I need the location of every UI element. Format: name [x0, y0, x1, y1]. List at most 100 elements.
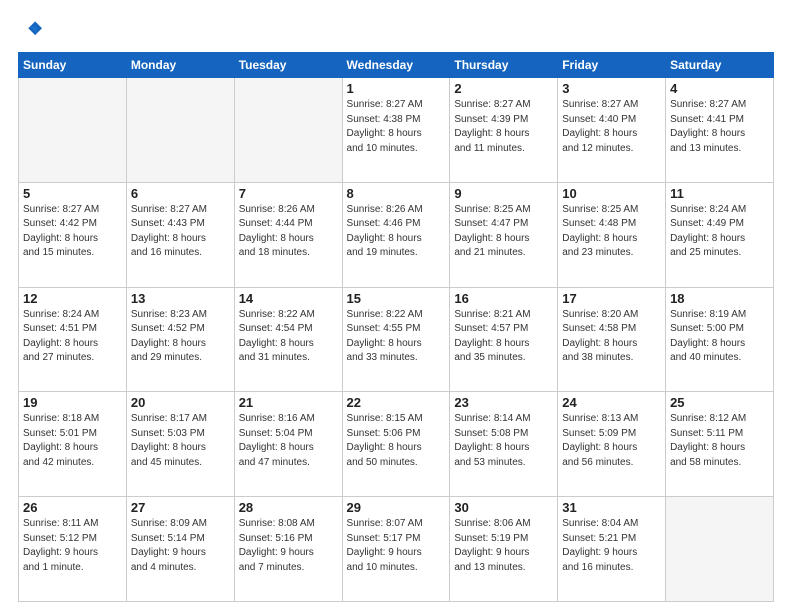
day-info: Sunrise: 8:16 AM Sunset: 5:04 PM Dayligh…	[239, 412, 338, 470]
logo-icon	[18, 18, 42, 42]
day-number: 1	[347, 81, 446, 96]
day-info: Sunrise: 8:14 AM Sunset: 5:08 PM Dayligh…	[454, 412, 553, 470]
day-number: 21	[239, 395, 338, 410]
calendar-header-sunday: Sunday	[19, 53, 127, 78]
calendar-cell	[126, 78, 234, 183]
calendar-cell	[666, 497, 774, 602]
calendar-header-tuesday: Tuesday	[234, 53, 342, 78]
calendar-cell	[234, 78, 342, 183]
day-number: 3	[562, 81, 661, 96]
calendar-week-5: 26 Sunrise: 8:11 AM Sunset: 5:12 PM Dayli…	[19, 497, 774, 602]
logo	[18, 18, 46, 42]
calendar-header-row: SundayMondayTuesdayWednesdayThursdayFrid…	[19, 53, 774, 78]
calendar-week-3: 12Sunrise: 8:24 AM Sunset: 4:51 PM Dayli…	[19, 287, 774, 392]
calendar-cell: 29 Sunrise: 8:07 AM Sunset: 5:17 PM Dayli…	[342, 497, 450, 602]
calendar-cell: 1 Sunrise: 8:27 AM Sunset: 4:38 PM Daylig…	[342, 78, 450, 183]
calendar-cell: 22 Sunrise: 8:15 AM Sunset: 5:06 PM Dayli…	[342, 392, 450, 497]
day-info: Sunrise: 8:27 AM Sunset: 4:40 PM Dayligh…	[562, 98, 661, 156]
day-info: Sunrise: 8:07 AM Sunset: 5:17 PM Dayligh…	[347, 517, 446, 575]
calendar-cell: 14 Sunrise: 8:22 AM Sunset: 4:54 PM Dayli…	[234, 287, 342, 392]
day-info: Sunrise: 8:24 AM Sunset: 4:49 PM Dayligh…	[670, 203, 769, 261]
day-number: 8	[347, 186, 446, 201]
calendar-cell: 27 Sunrise: 8:09 AM Sunset: 5:14 PM Dayli…	[126, 497, 234, 602]
day-info: Sunrise: 8:09 AM Sunset: 5:14 PM Dayligh…	[131, 517, 230, 575]
day-number: 17	[562, 291, 661, 306]
calendar-cell: 13 Sunrise: 8:23 AM Sunset: 4:52 PM Dayli…	[126, 287, 234, 392]
day-number: 19	[23, 395, 122, 410]
day-number: 11	[670, 186, 769, 201]
day-info: Sunrise: 8:25 AM Sunset: 4:48 PM Dayligh…	[562, 203, 661, 261]
day-info: Sunrise: 8:21 AM Sunset: 4:57 PM Dayligh…	[454, 308, 553, 366]
calendar-cell: 6 Sunrise: 8:27 AM Sunset: 4:43 PM Daylig…	[126, 182, 234, 287]
day-number: 18	[670, 291, 769, 306]
header	[18, 18, 774, 42]
calendar-cell: 28 Sunrise: 8:08 AM Sunset: 5:16 PM Dayli…	[234, 497, 342, 602]
calendar-cell: 5 Sunrise: 8:27 AM Sunset: 4:42 PM Daylig…	[19, 182, 127, 287]
calendar-cell: 4Sunrise: 8:27 AM Sunset: 4:41 PM Daylig…	[666, 78, 774, 183]
day-info: Sunrise: 8:23 AM Sunset: 4:52 PM Dayligh…	[131, 308, 230, 366]
calendar-week-2: 5 Sunrise: 8:27 AM Sunset: 4:42 PM Daylig…	[19, 182, 774, 287]
calendar-cell: 30 Sunrise: 8:06 AM Sunset: 5:19 PM Dayli…	[450, 497, 558, 602]
calendar-cell: 25Sunrise: 8:12 AM Sunset: 5:11 PM Dayli…	[666, 392, 774, 497]
calendar-header-friday: Friday	[558, 53, 666, 78]
calendar-cell: 15Sunrise: 8:22 AM Sunset: 4:55 PM Dayli…	[342, 287, 450, 392]
day-number: 6	[131, 186, 230, 201]
page: SundayMondayTuesdayWednesdayThursdayFrid…	[0, 0, 792, 612]
day-number: 15	[347, 291, 446, 306]
day-info: Sunrise: 8:25 AM Sunset: 4:47 PM Dayligh…	[454, 203, 553, 261]
day-number: 12	[23, 291, 122, 306]
calendar-cell: 17 Sunrise: 8:20 AM Sunset: 4:58 PM Dayli…	[558, 287, 666, 392]
day-info: Sunrise: 8:13 AM Sunset: 5:09 PM Dayligh…	[562, 412, 661, 470]
day-info: Sunrise: 8:04 AM Sunset: 5:21 PM Dayligh…	[562, 517, 661, 575]
calendar-header-wednesday: Wednesday	[342, 53, 450, 78]
day-info: Sunrise: 8:15 AM Sunset: 5:06 PM Dayligh…	[347, 412, 446, 470]
calendar-cell: 3 Sunrise: 8:27 AM Sunset: 4:40 PM Daylig…	[558, 78, 666, 183]
day-number: 22	[347, 395, 446, 410]
day-number: 26	[23, 500, 122, 515]
day-info: Sunrise: 8:26 AM Sunset: 4:44 PM Dayligh…	[239, 203, 338, 261]
calendar-header-monday: Monday	[126, 53, 234, 78]
calendar-cell: 24Sunrise: 8:13 AM Sunset: 5:09 PM Dayli…	[558, 392, 666, 497]
day-number: 28	[239, 500, 338, 515]
calendar-cell: 21 Sunrise: 8:16 AM Sunset: 5:04 PM Dayli…	[234, 392, 342, 497]
day-info: Sunrise: 8:17 AM Sunset: 5:03 PM Dayligh…	[131, 412, 230, 470]
day-number: 10	[562, 186, 661, 201]
day-number: 14	[239, 291, 338, 306]
calendar-cell: 8 Sunrise: 8:26 AM Sunset: 4:46 PM Daylig…	[342, 182, 450, 287]
day-info: Sunrise: 8:12 AM Sunset: 5:11 PM Dayligh…	[670, 412, 769, 470]
day-number: 5	[23, 186, 122, 201]
calendar-cell: 26 Sunrise: 8:11 AM Sunset: 5:12 PM Dayli…	[19, 497, 127, 602]
calendar-cell: 2Sunrise: 8:27 AM Sunset: 4:39 PM Daylig…	[450, 78, 558, 183]
day-number: 30	[454, 500, 553, 515]
day-info: Sunrise: 8:26 AM Sunset: 4:46 PM Dayligh…	[347, 203, 446, 261]
day-number: 13	[131, 291, 230, 306]
day-number: 29	[347, 500, 446, 515]
day-number: 9	[454, 186, 553, 201]
day-info: Sunrise: 8:20 AM Sunset: 4:58 PM Dayligh…	[562, 308, 661, 366]
calendar-cell: 10 Sunrise: 8:25 AM Sunset: 4:48 PM Dayli…	[558, 182, 666, 287]
calendar-cell: 31Sunrise: 8:04 AM Sunset: 5:21 PM Dayli…	[558, 497, 666, 602]
day-number: 4	[670, 81, 769, 96]
calendar-header-thursday: Thursday	[450, 53, 558, 78]
day-number: 27	[131, 500, 230, 515]
calendar-cell: 9 Sunrise: 8:25 AM Sunset: 4:47 PM Daylig…	[450, 182, 558, 287]
calendar-table: SundayMondayTuesdayWednesdayThursdayFrid…	[18, 52, 774, 602]
calendar-header-saturday: Saturday	[666, 53, 774, 78]
day-number: 7	[239, 186, 338, 201]
day-info: Sunrise: 8:06 AM Sunset: 5:19 PM Dayligh…	[454, 517, 553, 575]
day-info: Sunrise: 8:08 AM Sunset: 5:16 PM Dayligh…	[239, 517, 338, 575]
calendar-week-1: 1 Sunrise: 8:27 AM Sunset: 4:38 PM Daylig…	[19, 78, 774, 183]
day-number: 23	[454, 395, 553, 410]
day-info: Sunrise: 8:18 AM Sunset: 5:01 PM Dayligh…	[23, 412, 122, 470]
day-info: Sunrise: 8:27 AM Sunset: 4:38 PM Dayligh…	[347, 98, 446, 156]
day-number: 2	[454, 81, 553, 96]
calendar-cell: 19 Sunrise: 8:18 AM Sunset: 5:01 PM Dayli…	[19, 392, 127, 497]
calendar-cell: 12Sunrise: 8:24 AM Sunset: 4:51 PM Dayli…	[19, 287, 127, 392]
day-info: Sunrise: 8:22 AM Sunset: 4:54 PM Dayligh…	[239, 308, 338, 366]
day-info: Sunrise: 8:27 AM Sunset: 4:42 PM Dayligh…	[23, 203, 122, 261]
day-info: Sunrise: 8:27 AM Sunset: 4:43 PM Dayligh…	[131, 203, 230, 261]
calendar-cell: 11 Sunrise: 8:24 AM Sunset: 4:49 PM Dayli…	[666, 182, 774, 287]
calendar-cell: 18Sunrise: 8:19 AM Sunset: 5:00 PM Dayli…	[666, 287, 774, 392]
day-info: Sunrise: 8:11 AM Sunset: 5:12 PM Dayligh…	[23, 517, 122, 575]
calendar-cell: 16Sunrise: 8:21 AM Sunset: 4:57 PM Dayli…	[450, 287, 558, 392]
